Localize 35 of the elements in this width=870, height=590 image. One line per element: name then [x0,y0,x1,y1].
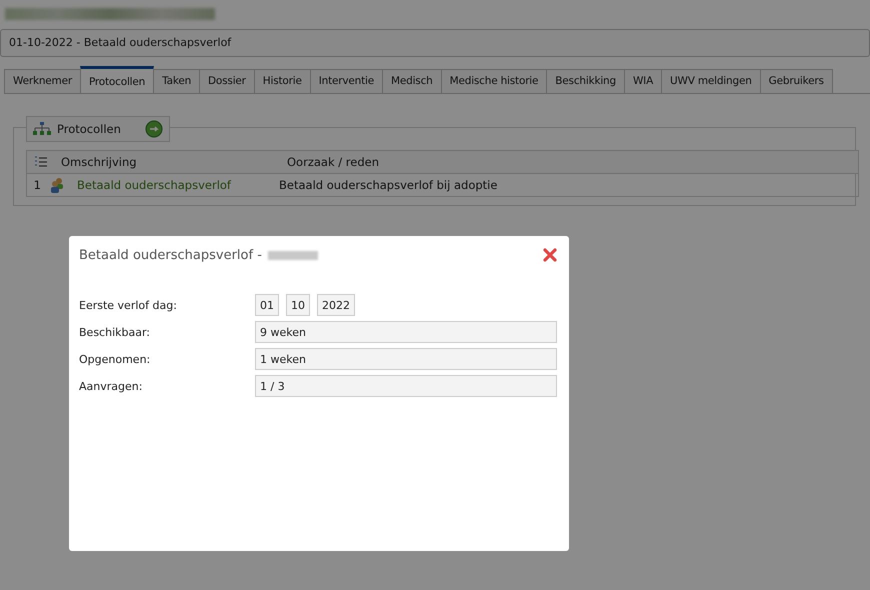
row-number: 1 [32,178,41,192]
field-label: Beschikbaar: [79,326,151,338]
tab[interactable]: Medische historie [440,69,548,93]
tab[interactable]: Interventie [310,69,383,93]
column-header: Oorzaak / reden [287,155,380,169]
tab[interactable]: Beschikking [546,69,625,93]
tab[interactable]: Historie [254,69,311,93]
tab[interactable]: WIA [624,69,662,93]
dialog-title: Betaald ouderschapsverlof - [79,248,262,262]
tab[interactable]: Medisch [382,69,442,93]
hierarchy-icon [33,122,51,136]
protocol-link[interactable]: Betaald ouderschapsverlof [77,178,279,192]
field-label: Opgenomen: [79,352,152,366]
panel-title: Protocollen [57,122,121,136]
readonly-field: 1 / 3 [255,375,557,397]
tab[interactable]: UWV meldingen [661,69,761,93]
tab[interactable]: Werknemer [4,69,81,93]
date-field[interactable]: 10 [286,294,310,316]
list-icon [35,156,47,168]
table-cell: Betaald ouderschapsverlof bij adoptie [279,178,498,192]
close-icon[interactable] [543,248,557,262]
redacted-name [268,250,318,260]
tab[interactable]: Dossier [199,69,255,93]
readonly-field: 9 weken [255,321,557,343]
field-label: Eerste verlof dag: [79,298,178,312]
people-icon [49,177,65,193]
date-field[interactable]: 2022 [317,294,355,316]
date-field[interactable]: 01 [255,294,279,316]
field-label: Aanvragen: [79,380,144,392]
readonly-field: 1 weken [255,348,557,370]
record-title: 01-10-2022 - Betaald ouderschapsverlof [0,29,870,57]
globe-icon[interactable] [144,120,163,138]
tab[interactable]: Taken [153,69,200,93]
tab[interactable]: Gebruikers [760,69,833,93]
column-header: Omschrijving [61,155,138,169]
